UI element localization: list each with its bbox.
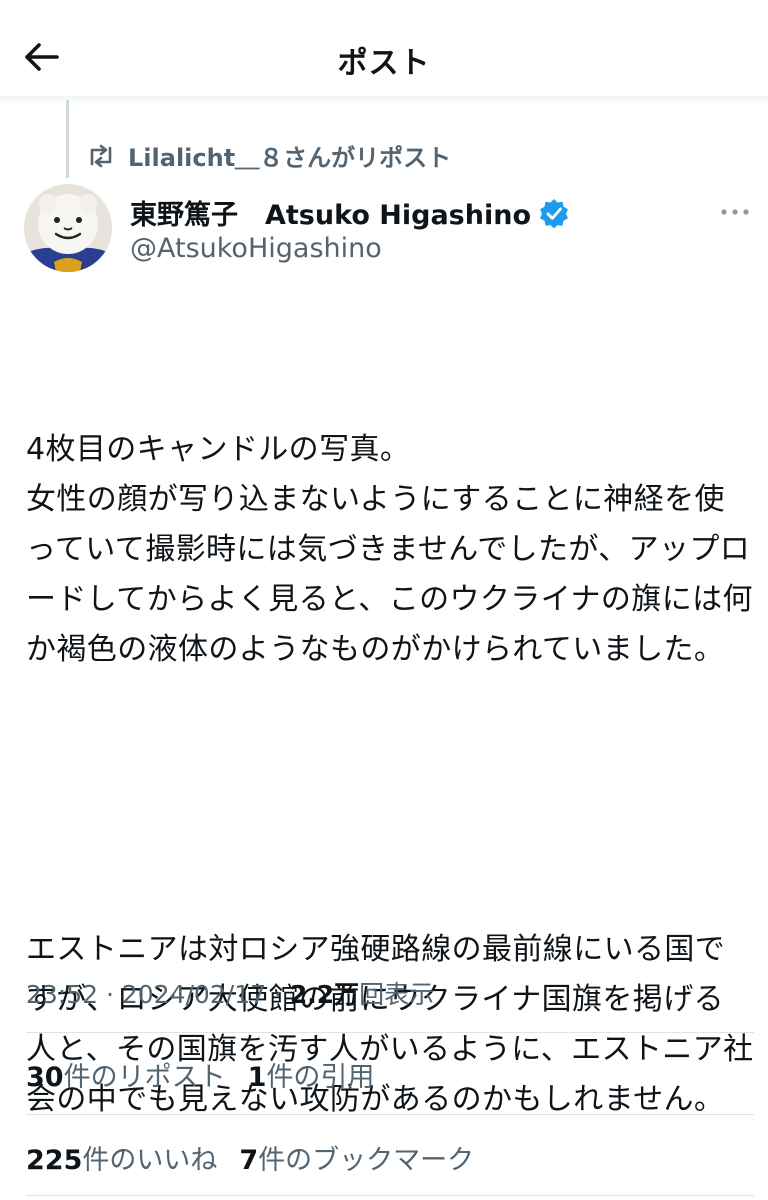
- page-title: ポスト: [337, 46, 431, 81]
- meta-separator: ·: [98, 980, 122, 1009]
- post-text: 4枚目のキャンドルの写真。 女性の顔が写り込まないようにすることに神経を使ってい…: [26, 325, 754, 1175]
- reposts-label: 件のリポスト: [63, 1062, 226, 1093]
- post-date[interactable]: 2024/02/17: [122, 980, 266, 1009]
- likes-label: 件のいいね: [82, 1145, 218, 1176]
- divider: [26, 1114, 754, 1115]
- likes-count: 225: [26, 1145, 83, 1176]
- bookmarks-label: 件のブックマーク: [258, 1145, 475, 1176]
- thread-connector-line: [66, 100, 69, 178]
- reposts-stat[interactable]: 30件のリポスト: [26, 1055, 226, 1094]
- author-name-text: 東野篤子 Atsuko Higashino: [130, 200, 531, 231]
- header-divider: [0, 96, 768, 104]
- more-options-button[interactable]: [720, 200, 750, 224]
- verified-badge-icon: [540, 198, 568, 228]
- more-horizontal-icon: [721, 209, 749, 215]
- divider: [26, 1195, 754, 1196]
- post-time[interactable]: 23:52: [26, 980, 98, 1009]
- author-display-name[interactable]: 東野篤子 Atsuko Higashino: [130, 193, 569, 232]
- quotes-stat[interactable]: 1件の引用: [248, 1055, 375, 1094]
- divider: [26, 1032, 754, 1033]
- post-paragraph-1: 4枚目のキャンドルの写真。 女性の顔が写り込まないようにすることに神経を使ってい…: [26, 432, 753, 667]
- author-handle[interactable]: @AtsukoHigashino: [130, 233, 382, 264]
- views-count: 2.2万: [289, 980, 360, 1009]
- top-app-bar: ポスト: [0, 0, 768, 100]
- avatar[interactable]: [24, 184, 112, 272]
- bookmarks-count: 7: [239, 1145, 259, 1176]
- repost-context[interactable]: Lilalicht＿８さんがリポスト: [86, 138, 451, 173]
- quotes-label: 件の引用: [266, 1062, 375, 1093]
- post-meta: 23:52 · 2024/02/17 · 2.2万 回表示: [26, 975, 434, 1011]
- reposts-count: 30: [26, 1062, 64, 1093]
- engagement-row-1: 30件のリポスト 1件の引用: [26, 1055, 374, 1094]
- meta-separator: ·: [265, 980, 290, 1009]
- engagement-row-2: 225件のいいね 7件のブックマーク: [26, 1138, 474, 1177]
- repost-context-text: Lilalicht＿８さんがリポスト: [128, 144, 452, 172]
- post-paragraph-2: エストニアは対ロシア強硬路線の最前線にいる国ですが、ロシア大使館の前にウクライナ…: [26, 932, 754, 1117]
- bookmarks-stat[interactable]: 7件のブックマーク: [239, 1138, 474, 1177]
- likes-stat[interactable]: 225件のいいね: [26, 1138, 217, 1177]
- repost-icon: [86, 141, 118, 171]
- views-label: 回表示: [359, 980, 435, 1009]
- quotes-count: 1: [247, 1062, 267, 1093]
